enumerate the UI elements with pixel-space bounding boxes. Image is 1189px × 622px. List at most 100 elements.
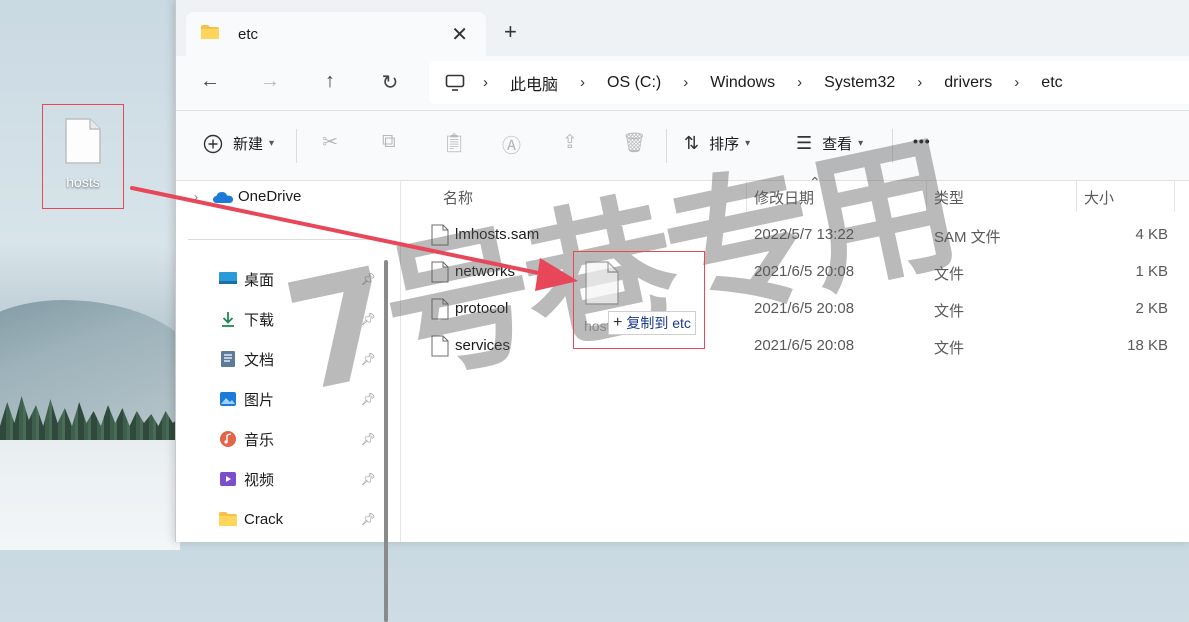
nav-item-label: 文档 <box>244 351 275 369</box>
file-icon <box>431 224 449 250</box>
breadcrumb-this-pc[interactable]: 此电脑 <box>506 71 562 95</box>
column-header-size[interactable]: 大小 <box>1084 187 1114 208</box>
file-modified: 2021/6/5 20:08 <box>754 300 855 317</box>
file-type: SAM 文件 <box>934 229 1001 246</box>
desktop-file-label: hosts <box>66 174 100 190</box>
file-icon <box>431 335 449 361</box>
cloud-icon <box>213 191 233 203</box>
file-icon <box>584 260 620 311</box>
chevron-down-icon: ▾ <box>269 138 275 149</box>
chevron-right-icon[interactable]: › <box>1014 74 1019 91</box>
file-name: protocol <box>455 300 509 317</box>
tab-bar: etc ✕ + <box>176 0 1189 56</box>
toolbar-divider <box>296 129 297 163</box>
paste-icon[interactable]: 📋︎ <box>442 131 466 155</box>
pin-icon[interactable]: 📌︎ <box>361 272 376 286</box>
table-row[interactable]: lmhosts.sam 2022/5/7 13:22 SAM 文件 4 KB <box>401 218 1189 252</box>
sort-button[interactable]: ⇅ 排序 ▾ <box>684 133 750 154</box>
video-icon <box>218 469 238 489</box>
nav-scrollbar[interactable] <box>384 260 388 622</box>
up-icon[interactable]: ↑ <box>316 70 344 93</box>
nav-item-downloads[interactable]: 下载 📌︎ <box>218 307 378 331</box>
nav-onedrive[interactable]: › OneDrive <box>194 188 301 205</box>
sort-label: 排序 <box>709 136 740 153</box>
new-button[interactable]: 新建 ▾ <box>203 133 274 154</box>
sort-icon: ⇅ <box>684 133 700 153</box>
nav-item-label: 音乐 <box>244 431 275 449</box>
chevron-right-icon[interactable]: › <box>483 74 488 91</box>
chevron-right-icon[interactable]: › <box>580 74 585 91</box>
column-divider[interactable] <box>746 180 747 212</box>
pin-icon[interactable]: 📌︎ <box>361 512 376 526</box>
close-tab-icon[interactable]: ✕ <box>451 22 468 47</box>
download-icon <box>218 309 238 329</box>
column-divider[interactable] <box>1076 180 1077 212</box>
nav-item-label: 视频 <box>244 471 275 489</box>
more-options-icon[interactable]: ••• <box>913 133 931 149</box>
breadcrumb[interactable]: › 此电脑 › OS (C:) › Windows › System32 › d… <box>429 61 1189 104</box>
back-icon[interactable]: ← <box>196 70 224 93</box>
copy-tooltip-text: 复制到 etc <box>626 315 691 331</box>
file-type: 文件 <box>934 303 965 320</box>
wallpaper-snow <box>0 440 180 550</box>
forward-icon[interactable]: → <box>256 70 284 93</box>
copy-icon[interactable]: ⧉ <box>382 131 396 153</box>
file-modified: 2022/5/7 13:22 <box>754 226 855 243</box>
file-type: 文件 <box>934 266 965 283</box>
chevron-right-icon[interactable]: › <box>683 74 688 91</box>
view-icon: ☰ <box>796 133 813 153</box>
file-name: networks <box>455 263 516 280</box>
onedrive-label: OneDrive <box>238 188 302 205</box>
pin-icon[interactable]: 📌︎ <box>361 312 376 326</box>
nav-item-crack[interactable]: Crack 📌︎ <box>218 507 378 531</box>
file-size: 18 KB <box>1127 337 1168 354</box>
nav-item-pictures[interactable]: 图片 📌︎ <box>218 387 378 411</box>
file-icon <box>431 298 449 324</box>
desktop-hosts-file[interactable]: hosts <box>42 104 124 209</box>
computer-icon[interactable] <box>445 74 465 92</box>
pin-icon[interactable]: 📌︎ <box>361 432 376 446</box>
file-name: services <box>455 337 511 354</box>
cut-icon[interactable]: ✂ <box>322 131 338 154</box>
breadcrumb-drivers[interactable]: drivers <box>940 74 996 92</box>
new-tab-button[interactable]: + <box>504 19 517 45</box>
file-modified: 2021/6/5 20:08 <box>754 337 855 354</box>
chevron-right-icon[interactable]: › <box>797 74 802 91</box>
breadcrumb-os-c[interactable]: OS (C:) <box>603 74 665 92</box>
chevron-down-icon: ▾ <box>858 138 864 149</box>
breadcrumb-windows[interactable]: Windows <box>706 74 779 92</box>
music-icon <box>218 429 238 449</box>
chevron-right-icon[interactable]: › <box>194 190 198 204</box>
breadcrumb-etc[interactable]: etc <box>1037 74 1066 92</box>
table-row[interactable]: services 2021/6/5 20:08 文件 18 KB <box>401 329 1189 363</box>
nav-item-videos[interactable]: 视频 📌︎ <box>218 467 378 491</box>
delete-icon[interactable]: 🗑︎ <box>622 131 646 155</box>
table-row[interactable]: networks 2021/6/5 20:08 文件 1 KB <box>401 255 1189 289</box>
breadcrumb-system32[interactable]: System32 <box>820 74 899 92</box>
address-bar: ← → ↑ ↻ › 此电脑 › OS (C:) › Windows › Syst… <box>176 56 1189 111</box>
chevron-right-icon[interactable]: › <box>917 74 922 91</box>
rename-icon[interactable]: Ⓐ <box>502 131 521 158</box>
pin-icon[interactable]: 📌︎ <box>361 392 376 406</box>
refresh-icon[interactable]: ↻ <box>376 70 404 95</box>
column-header-type[interactable]: 类型 <box>934 187 964 208</box>
nav-item-desktop[interactable]: 桌面 📌︎ <box>218 267 378 291</box>
nav-item-music[interactable]: 音乐 📌︎ <box>218 427 378 451</box>
file-list: ⌃ 名称 修改日期 类型 大小 lmhosts.sam 2022/5/7 13:… <box>401 174 1189 542</box>
plus-icon: + <box>613 314 623 331</box>
nav-item-documents[interactable]: 文档 📌︎ <box>218 347 378 371</box>
tab-etc[interactable]: etc ✕ <box>186 12 486 56</box>
pin-icon[interactable]: 📌︎ <box>361 472 376 486</box>
tab-title: etc <box>238 25 259 43</box>
column-divider[interactable] <box>926 180 927 212</box>
view-button[interactable]: ☰ 查看 ▾ <box>796 133 863 154</box>
file-size: 2 KB <box>1135 300 1168 317</box>
pin-icon[interactable]: 📌︎ <box>361 352 376 366</box>
column-divider[interactable] <box>1174 180 1175 212</box>
folder-icon <box>218 509 238 529</box>
column-header-modified[interactable]: 修改日期 <box>754 187 814 208</box>
share-icon[interactable]: ⇪ <box>562 131 578 154</box>
column-header-name[interactable]: 名称 <box>443 187 473 208</box>
table-row[interactable]: protocol 2021/6/5 20:08 文件 2 KB <box>401 292 1189 326</box>
file-type: 文件 <box>934 340 965 357</box>
